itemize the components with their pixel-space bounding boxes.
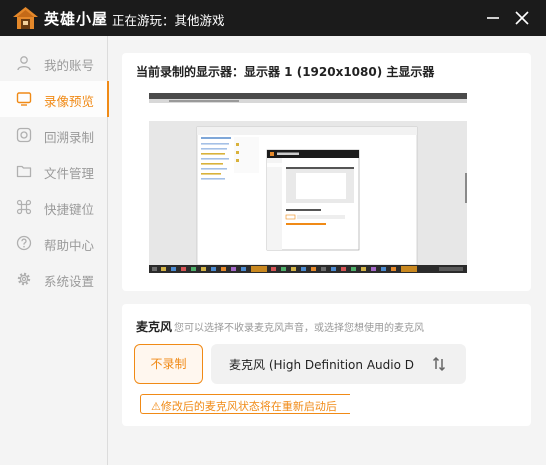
app-logo-icon [13, 7, 38, 29]
sidebar-item-help-center[interactable]: 帮助中心 [0, 225, 108, 261]
sort-arrows-icon [432, 356, 446, 372]
microphone-card: 麦克风 您可以选择不收录麦克风声音，或选择您想使用的麦克风 不录制 麦克风 (H… [122, 304, 531, 426]
screen-preview-thumbnail [149, 93, 467, 273]
sidebar-item-label: 我的账号 [44, 58, 95, 73]
folder-icon [16, 165, 32, 178]
mic-section-title: 麦克风 [136, 320, 173, 334]
minimize-icon[interactable] [483, 8, 503, 28]
sidebar-item-system-settings[interactable]: 系统设置 [0, 261, 108, 297]
sidebar-item-label: 系统设置 [44, 274, 95, 289]
sidebar-item-replay-recording[interactable]: 回溯录制 [0, 117, 108, 153]
mic-hint: 您可以选择不收录麦克风声音，或选择您想使用的麦克风 [174, 323, 424, 334]
app-name: 英雄小屋 [44, 10, 109, 28]
camera-icon [16, 127, 32, 143]
display-preview-card: 当前录制的显示器：显示器 1 (1920x1080) 主显示器 [122, 53, 531, 291]
sidebar: 我的账号 录像预览 回溯录制 文件管理 快捷键位 帮助中心 系统设置 [0, 36, 109, 465]
microphone-select[interactable]: 麦克风 (High Definition Audio D... [211, 344, 466, 384]
user-icon [17, 56, 31, 71]
sidebar-item-recording-preview[interactable]: 录像预览 [0, 81, 109, 117]
sidebar-item-file-management[interactable]: 文件管理 [0, 153, 108, 189]
display-title: 当前录制的显示器：显示器 1 (1920x1080) 主显示器 [136, 65, 435, 79]
sidebar-item-account[interactable]: 我的账号 [0, 45, 108, 81]
sidebar-item-label: 文件管理 [44, 166, 95, 181]
sidebar-item-hotkeys[interactable]: 快捷键位 [0, 189, 108, 225]
game-status: 正在游玩：其他游戏 [112, 13, 225, 28]
selected-microphone: 麦克风 (High Definition Audio D... [229, 358, 414, 372]
close-icon[interactable] [512, 8, 532, 28]
sidebar-item-label: 回溯录制 [44, 130, 95, 145]
monitor-icon [16, 92, 32, 106]
command-key-icon [16, 199, 32, 215]
restart-warning: ⚠修改后的麦克风状态将在重新启动后 [140, 394, 350, 414]
no-record-button[interactable]: 不录制 [134, 344, 203, 384]
sidebar-item-label: 录像预览 [44, 94, 95, 109]
sidebar-item-label: 快捷键位 [44, 202, 95, 217]
title-bar: 英雄小屋 正在游玩：其他游戏 [0, 0, 546, 36]
help-icon [16, 235, 32, 251]
sidebar-item-label: 帮助中心 [44, 238, 95, 253]
warning-text: ⚠修改后的麦克风状态将在重新启动后 [151, 400, 337, 413]
gear-icon [17, 272, 31, 286]
